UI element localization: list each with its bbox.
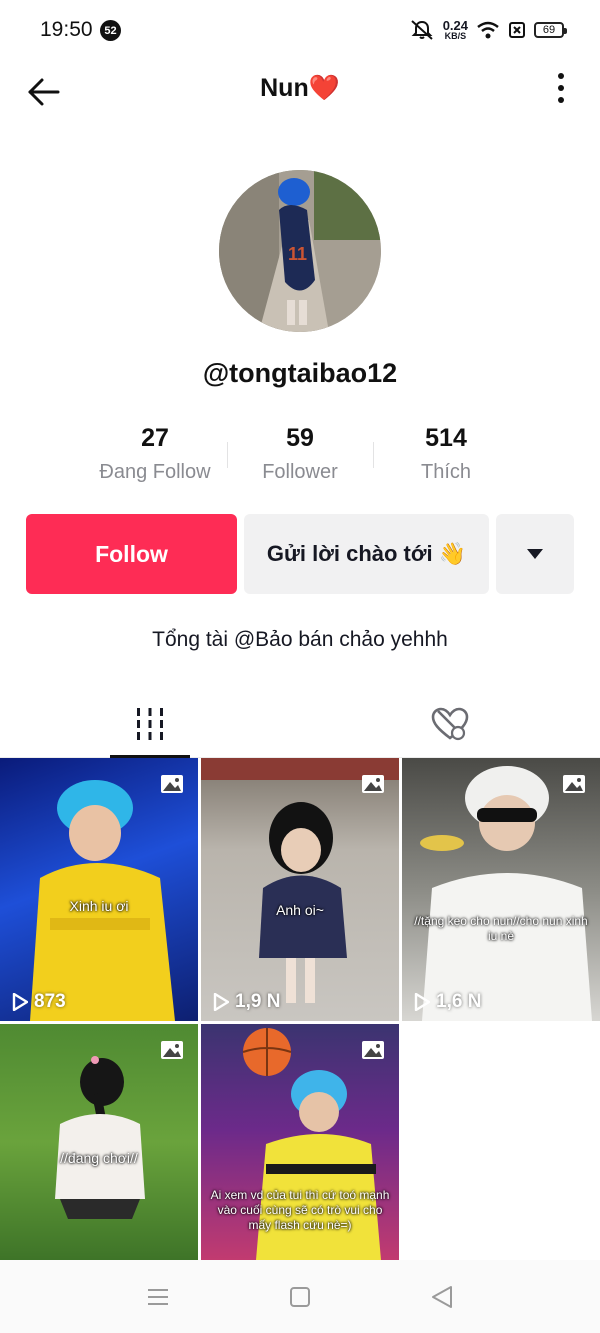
battery-level: 69 <box>542 24 556 36</box>
video-tile[interactable]: Anh oi~ 1,9 N <box>201 758 399 1021</box>
notification-count-badge: 52 <box>100 20 121 41</box>
back-triangle-icon[interactable] <box>427 1282 457 1312</box>
video-caption: //tặng kẹo cho nun//cho nun xinh iu nè <box>414 914 588 943</box>
suggested-accounts-dropdown[interactable] <box>496 514 574 594</box>
photo-icon <box>563 775 585 793</box>
photo-icon <box>362 775 384 793</box>
sim-icon <box>509 22 525 38</box>
liked-hidden-icon <box>431 707 469 740</box>
play-icon <box>213 993 229 1011</box>
photo-icon <box>362 1041 384 1059</box>
status-icons: 0.24 KB/S 69 <box>409 16 567 44</box>
net-speed: 0.24 KB/S <box>443 19 468 41</box>
wifi-icon <box>477 21 499 39</box>
stat-followers[interactable]: 59 Follower <box>225 424 375 484</box>
video-thumbnail <box>201 758 399 1003</box>
more-dot-icon <box>558 97 564 103</box>
view-count: 1,9 N <box>213 991 280 1013</box>
profile-header: Nun❤️ <box>0 60 600 120</box>
view-count-value: 1,9 N <box>235 991 281 1012</box>
svg-text:11: 11 <box>288 244 307 264</box>
status-bar: 19:50 52 0.24 KB/S 69 <box>0 0 600 58</box>
view-count-value: 873 <box>34 991 66 1012</box>
status-time: 19:50 <box>40 18 93 41</box>
more-options-button[interactable] <box>546 68 576 108</box>
view-count: 1,6 N <box>414 991 481 1013</box>
stat-label: Đang Follow <box>99 461 211 483</box>
play-icon <box>12 993 28 1011</box>
video-tile[interactable]: //tặng kẹo cho nun//cho nun xinh iu nè 1… <box>402 758 600 1021</box>
profile-bio: Tổng tài @Bảo bán chảo yehhh <box>152 628 448 651</box>
battery-icon: 69 <box>534 22 567 38</box>
avatar-photo: 11 <box>219 170 381 332</box>
net-speed-unit: KB/S <box>444 31 467 41</box>
stat-likes[interactable]: 514 Thích <box>371 424 521 484</box>
more-dot-icon <box>558 73 564 79</box>
video-caption: Ai xem vd của tui thì cứ toó mạnh vào cu… <box>210 1188 390 1232</box>
mute-icon <box>411 20 433 40</box>
send-greeting-label: Gửi lời chào tới 👋 <box>266 541 467 566</box>
menu-icon[interactable] <box>143 1282 173 1312</box>
system-nav-bar <box>0 1260 600 1333</box>
stat-label: Thích <box>420 461 472 483</box>
more-dot-icon <box>558 85 564 91</box>
play-icon <box>414 993 430 1011</box>
home-icon[interactable] <box>285 1282 315 1312</box>
stat-value: 59 <box>286 424 314 452</box>
video-tile[interactable]: //đang chơi// <box>0 1024 198 1260</box>
video-thumbnail <box>420 766 592 1021</box>
profile-stats: 27 Đang Follow 59 Follower 514 Thích <box>0 424 600 494</box>
tab-liked[interactable] <box>300 690 600 757</box>
video-caption: Xinh iu ơi <box>69 898 129 914</box>
video-tile[interactable]: Ai xem vd của tui thì cứ toó mạnh vào cu… <box>201 1024 399 1260</box>
stat-label: Follower <box>262 461 338 483</box>
page-title: Nun❤️ <box>260 74 340 102</box>
profile-tabs <box>0 690 600 758</box>
send-greeting-button[interactable]: Gửi lời chào tới 👋 <box>244 514 489 594</box>
stat-value: 27 <box>141 424 169 452</box>
video-caption: Anh oi~ <box>276 902 324 918</box>
view-count: 873 <box>12 991 66 1013</box>
video-tile[interactable]: Xinh iu ơi 873 <box>0 758 198 1021</box>
username: @tongtaibao12 <box>202 358 398 388</box>
avatar[interactable]: 11 <box>219 170 381 332</box>
stat-following[interactable]: 27 Đang Follow <box>80 424 230 484</box>
stat-value: 514 <box>425 424 467 452</box>
tab-videos[interactable] <box>0 690 300 757</box>
videos-grid-icon <box>137 707 163 740</box>
follow-button[interactable]: Follow <box>26 514 237 594</box>
photo-icon <box>161 775 183 793</box>
video-caption: //đang chơi// <box>60 1150 138 1166</box>
caret-down-icon <box>527 549 543 559</box>
view-count-value: 1,6 N <box>436 991 482 1012</box>
photo-icon <box>161 1041 183 1059</box>
video-thumbnail <box>30 780 175 1021</box>
